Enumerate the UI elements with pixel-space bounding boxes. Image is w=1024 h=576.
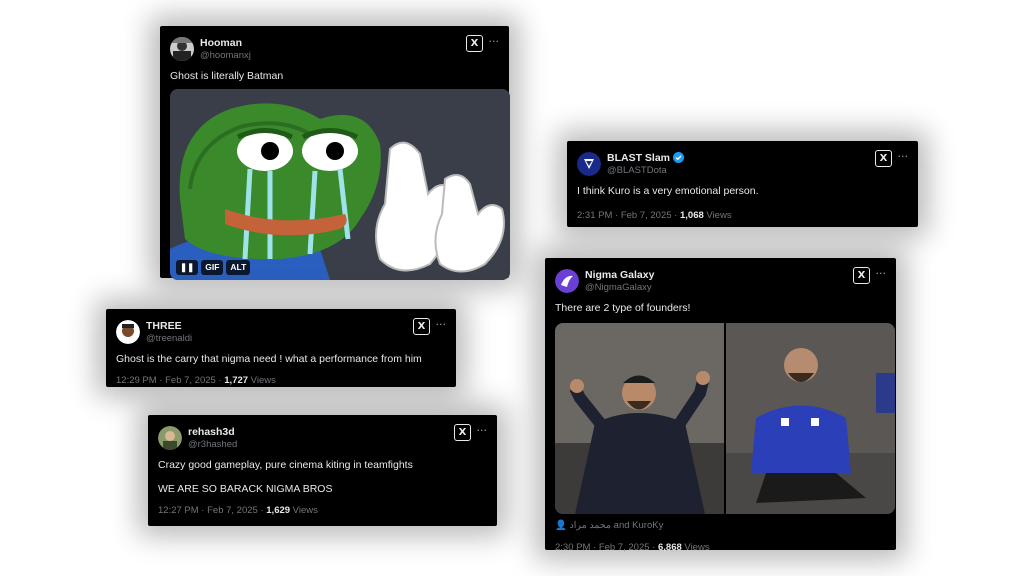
tweet-gif[interactable]: ❚❚ GIF ALT [170, 89, 510, 280]
person-icon: 👤 [555, 520, 567, 531]
timestamp[interactable]: 12:27 PM · Feb 7, 2025 · [158, 505, 266, 516]
tagged-users[interactable]: 👤 محمد مراد and KuroKy [555, 520, 886, 531]
author-handle[interactable]: @treenaldi [146, 333, 192, 344]
pause-button[interactable]: ❚❚ [176, 260, 199, 275]
author-name[interactable]: rehash3d [188, 426, 235, 438]
tweet-text: Ghost is literally Batman [170, 70, 284, 82]
tagged-names[interactable]: محمد مراد and KuroKy [569, 520, 663, 531]
views-label: Views [290, 505, 318, 516]
tweet-meta: 2:31 PM · Feb 7, 2025 · 1,068 Views [577, 210, 908, 221]
tweet-text: I think Kuro is a very emotional person. [577, 185, 759, 197]
alt-badge[interactable]: ALT [226, 260, 251, 275]
views-count: 6,868 [657, 542, 682, 553]
avatar[interactable] [116, 320, 140, 344]
author-name: BLAST Slam [607, 152, 685, 166]
more-icon[interactable]: ··· [477, 424, 488, 437]
avatar[interactable] [170, 37, 194, 61]
avatar[interactable] [158, 426, 182, 450]
tweet-card-nigma[interactable]: Nigma Galaxy @NigmaGalaxy X ··· There ar… [545, 258, 896, 553]
x-logo-icon[interactable]: X [875, 150, 892, 167]
tweet-text: There are 2 type of founders! [555, 302, 691, 314]
author-handle[interactable]: @BLASTDota [607, 165, 667, 176]
views-label: Views [703, 210, 732, 221]
author-handle[interactable]: @r3hashed [188, 439, 237, 450]
tweet-meta: 12:27 PM · Feb 7, 2025 · 1,629 Views [158, 505, 487, 516]
gif-badge: GIF [201, 260, 224, 275]
x-logo-icon[interactable]: X [413, 318, 430, 335]
views-count: 1,068 [679, 210, 704, 221]
more-icon[interactable]: ··· [876, 267, 887, 280]
x-logo-icon[interactable]: X [853, 267, 870, 284]
author-name[interactable]: Hooman [200, 37, 242, 49]
x-logo-icon[interactable]: X [466, 35, 483, 52]
tweet-card-rehash[interactable]: rehash3d @r3hashed X ··· Crazy good game… [148, 415, 497, 526]
tweet-text-line-2: WE ARE SO BARACK NIGMA BROS [158, 483, 333, 495]
x-logo-icon[interactable]: X [454, 424, 471, 441]
more-icon[interactable]: ··· [489, 35, 500, 48]
tweet-text-line-1: Crazy good gameplay, pure cinema kiting … [158, 459, 413, 471]
avatar[interactable] [577, 152, 601, 176]
timestamp[interactable]: 2:31 PM · Feb 7, 2025 · [577, 210, 680, 221]
author-name[interactable]: Nigma Galaxy [585, 269, 654, 281]
author-handle[interactable]: @hoomanxj [200, 50, 251, 61]
tweet-text: Ghost is the carry that nigma need ! wha… [116, 353, 422, 365]
tweet-card-three[interactable]: THREE @treenaldi X ··· Ghost is the carr… [106, 309, 456, 387]
tweet-meta: 2:30 PM · Feb 7, 2025 · 6,868 Views [555, 542, 886, 553]
more-icon[interactable]: ··· [898, 150, 909, 163]
views-label: Views [681, 542, 710, 553]
tweet-photos[interactable] [555, 323, 895, 514]
views-count: 1,629 [266, 505, 291, 516]
author-name-text[interactable]: BLAST Slam [607, 152, 670, 164]
tweet-meta: 12:29 PM · Feb 7, 2025 · 1,727 Views [116, 375, 446, 386]
photo-right[interactable] [726, 323, 895, 514]
views-count: 1,727 [224, 375, 249, 386]
avatar[interactable] [555, 269, 579, 293]
tweet-card-blast[interactable]: BLAST Slam @BLASTDota X ··· I think Kuro… [567, 141, 918, 227]
author-handle[interactable]: @NigmaGalaxy [585, 282, 652, 293]
views-label: Views [248, 375, 276, 386]
timestamp[interactable]: 12:29 PM · Feb 7, 2025 · [116, 375, 224, 386]
gif-controls: ❚❚ GIF ALT [176, 260, 251, 275]
photo-left[interactable] [555, 323, 724, 514]
author-name[interactable]: THREE [146, 320, 182, 332]
more-icon[interactable]: ··· [436, 318, 447, 331]
tweet-card-hooman[interactable]: Hooman @hoomanxj X ··· Ghost is literall… [160, 26, 510, 280]
verified-badge-icon [673, 152, 685, 166]
crying-pepe-image [170, 89, 510, 280]
timestamp[interactable]: 2:30 PM · Feb 7, 2025 · [555, 542, 658, 553]
